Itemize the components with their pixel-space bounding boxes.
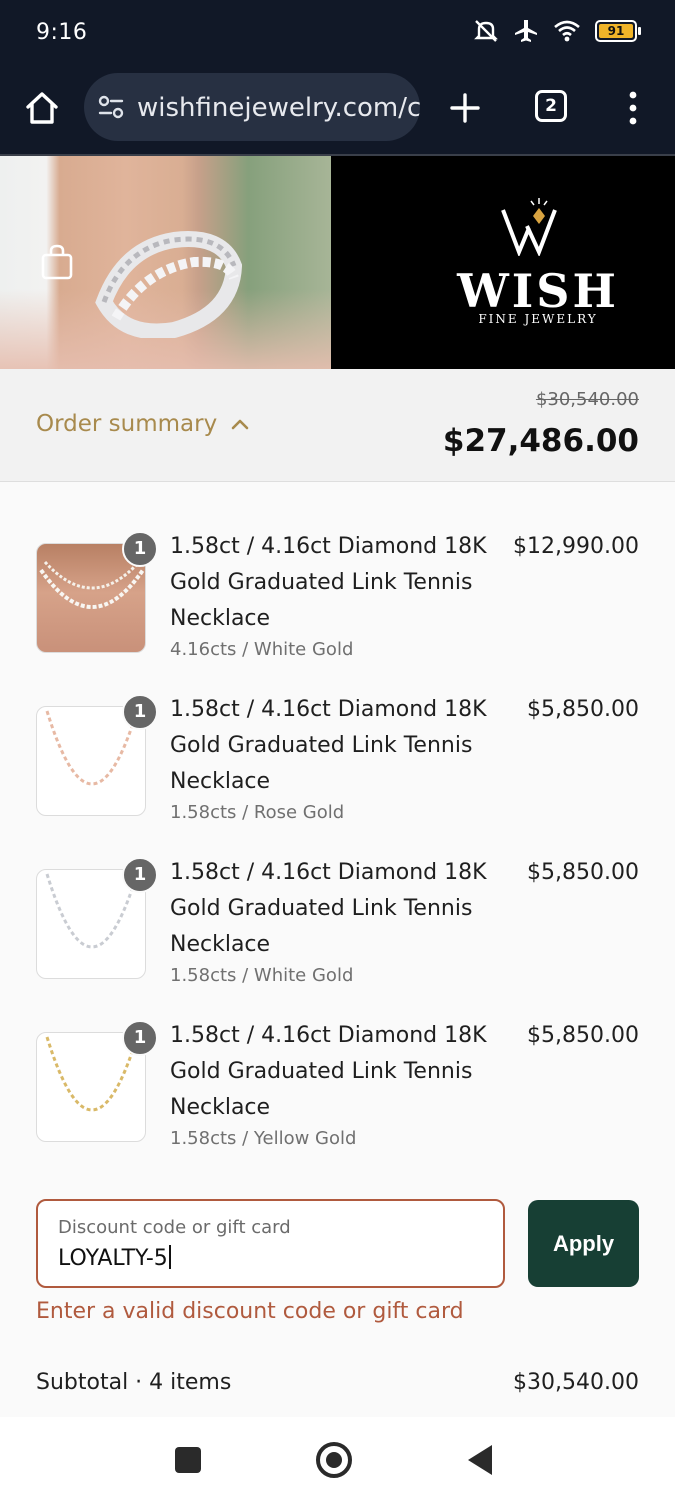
home-icon[interactable]	[22, 88, 62, 128]
order-summary-bar[interactable]: Order summary $30,540.00 $27,486.00	[0, 369, 675, 482]
wifi-icon	[554, 20, 580, 42]
subtotal-label: Subtotal · 4 items	[36, 1370, 232, 1395]
overflow-menu-icon[interactable]	[624, 90, 642, 126]
quantity-badge: 1	[122, 694, 158, 730]
hero-banner: WISH FINE JEWELRY	[0, 156, 675, 369]
line-item: 1 1.58ct / 4.16ct Diamond 18K Gold Gradu…	[36, 855, 639, 1005]
product-price: $5,850.00	[527, 697, 639, 722]
status-bar: 9:16 91	[0, 0, 675, 64]
product-variant: 1.58cts / Rose Gold	[170, 802, 345, 823]
discount-code-value: LOYALTY-5	[58, 1246, 168, 1271]
product-thumbnail: 1	[36, 531, 158, 653]
brand-tagline: FINE JEWELRY	[478, 312, 598, 326]
site-settings-icon[interactable]	[98, 95, 124, 119]
quantity-badge: 1	[122, 857, 158, 893]
system-navigation-bar	[0, 1417, 675, 1500]
battery-icon: 91	[595, 20, 641, 42]
new-tab-icon[interactable]	[447, 90, 483, 126]
subtotal-value: $30,540.00	[513, 1370, 639, 1395]
order-summary-toggle[interactable]: Order summary	[36, 411, 249, 437]
discount-error-message: Enter a valid discount code or gift card	[36, 1299, 464, 1324]
order-summary-label: Order summary	[36, 411, 218, 437]
product-price: $5,850.00	[527, 860, 639, 885]
mute-vibrate-icon	[474, 20, 498, 42]
bracelet-image	[95, 231, 242, 338]
line-item: 1 1.58ct / 4.16ct Diamond 18K Gold Gradu…	[36, 529, 639, 679]
order-total: $27,486.00	[442, 423, 639, 459]
quantity-badge: 1	[122, 531, 158, 567]
product-price: $12,990.00	[513, 534, 639, 559]
text-cursor	[168, 1245, 171, 1269]
shopping-bag-icon[interactable]	[40, 244, 74, 280]
address-bar[interactable]: wishfinejewelry.com/c	[84, 73, 420, 141]
discount-code-input[interactable]: LOYALTY-5	[58, 1245, 171, 1271]
original-total: $30,540.00	[535, 389, 639, 410]
back-icon[interactable]	[468, 1445, 492, 1475]
line-item: 1 1.58ct / 4.16ct Diamond 18K Gold Gradu…	[36, 692, 639, 842]
product-variant: 4.16cts / White Gold	[170, 639, 354, 660]
product-thumbnail: 1	[36, 1020, 158, 1142]
discount-code-field[interactable]: Discount code or gift card LOYALTY-5	[36, 1199, 505, 1288]
product-thumbnail: 1	[36, 857, 158, 979]
subtotal-row: Subtotal · 4 items $30,540.00	[36, 1370, 639, 1395]
apply-discount-button[interactable]: Apply	[528, 1200, 639, 1287]
recents-icon[interactable]	[175, 1447, 201, 1473]
home-button-icon[interactable]	[316, 1442, 352, 1478]
quantity-badge: 1	[122, 1020, 158, 1056]
product-price: $5,850.00	[527, 1023, 639, 1048]
airplane-icon	[515, 20, 537, 42]
product-title: 1.58ct / 4.16ct Diamond 18K Gold Graduat…	[170, 860, 487, 957]
tab-switcher-icon[interactable]: 2	[535, 90, 567, 122]
hero-bracelet-photo	[0, 156, 331, 369]
discount-field-label: Discount code or gift card	[58, 1217, 291, 1238]
line-item: 1 1.58ct / 4.16ct Diamond 18K Gold Gradu…	[36, 1018, 639, 1168]
brand-logo-mark	[501, 198, 557, 256]
brand-logo-panel: WISH FINE JEWELRY	[331, 156, 675, 369]
url-text[interactable]: wishfinejewelry.com/c	[137, 93, 420, 123]
brand-name: WISH	[457, 264, 619, 318]
product-variant: 1.58cts / White Gold	[170, 965, 354, 986]
battery-level: 91	[599, 24, 633, 38]
chevron-up-icon	[231, 419, 249, 430]
product-title: 1.58ct / 4.16ct Diamond 18K Gold Graduat…	[170, 534, 487, 631]
product-title: 1.58ct / 4.16ct Diamond 18K Gold Graduat…	[170, 697, 487, 794]
product-thumbnail: 1	[36, 694, 158, 816]
browser-toolbar: wishfinejewelry.com/c 2	[0, 64, 675, 156]
product-variant: 1.58cts / Yellow Gold	[170, 1128, 357, 1149]
status-icons: 91	[473, 18, 641, 44]
status-time: 9:16	[36, 20, 88, 45]
product-title: 1.58ct / 4.16ct Diamond 18K Gold Graduat…	[170, 1023, 487, 1120]
